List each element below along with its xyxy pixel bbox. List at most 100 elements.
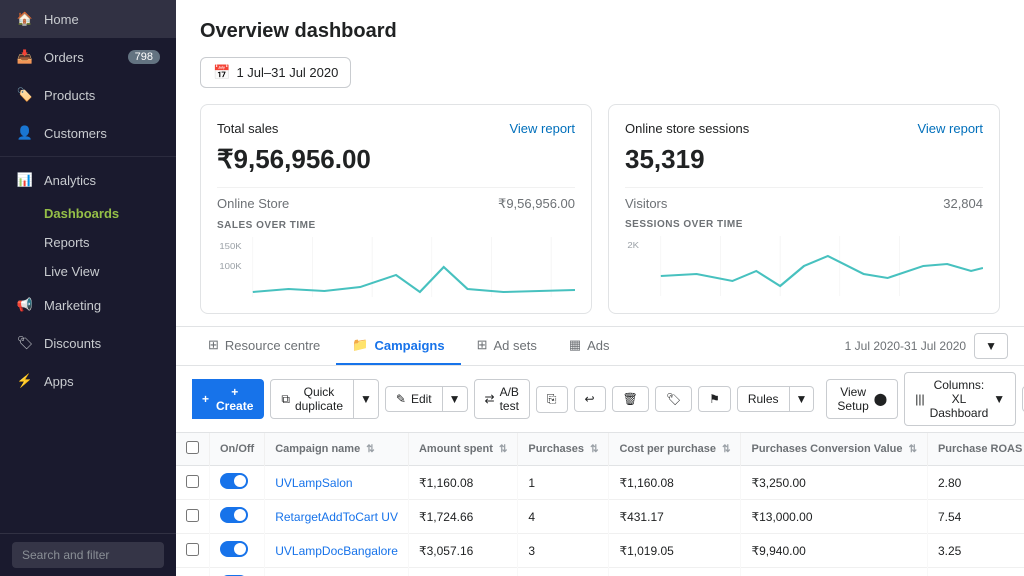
edit-dropdown[interactable]: ▼ [443,386,468,412]
flag-button[interactable]: ⚑ [698,386,731,412]
date-range-dropdown[interactable]: ▼ [974,333,1008,359]
copy-button[interactable]: ⎘ [536,386,568,413]
sidebar-item-live-view[interactable]: Live View [0,257,176,286]
rules-button[interactable]: Rules [737,386,790,412]
campaign-name-link[interactable]: UVLampSalon [275,476,352,490]
row-checkbox-cell[interactable] [176,534,210,568]
quick-duplicate-button[interactable]: ⧉ Quick duplicate [270,379,354,419]
analytics-submenu: Dashboards Reports Live View [0,199,176,286]
ad-date-range: 1 Jul 2020-31 Jul 2020 [845,339,966,353]
sidebar-item-analytics[interactable]: 📊 Analytics [0,161,176,199]
date-range-button[interactable]: 📅 1 Jul–31 Jul 2020 [200,57,351,88]
sort-icon: ⇅ [366,444,374,455]
toggle-cell[interactable] [210,568,265,576]
sidebar-item-label: Analytics [44,173,160,188]
campaign-toggle[interactable] [220,507,248,523]
rules-dropdown[interactable]: ▼ [790,386,815,412]
quick-duplicate-dropdown[interactable]: ▼ [354,379,379,419]
tab-resource-centre[interactable]: ⊞ Resource centre [192,327,336,365]
roas-cell: 2.80 [927,466,1024,500]
purchases-cell: 21 [518,568,609,576]
table-row: UVLampDocBangalore ₹3,057.16 3 ₹1,019.05… [176,534,1024,568]
roas-cell: 7.54 [927,500,1024,534]
tab-ads[interactable]: ▦ Ads [553,327,626,365]
svg-text:150K: 150K [219,242,241,251]
toggle-cell[interactable] [210,466,265,500]
sidebar-item-label: Products [44,88,160,103]
conv-value-cell: ₹3,250.00 [741,466,927,500]
undo-button[interactable]: ↩ [574,386,606,412]
rules-group: Rules ▼ [737,386,815,412]
tag-button[interactable]: 🏷 [655,386,692,412]
edit-group: ✎ Edit ▼ [385,386,468,412]
main-content: Overview dashboard 📅 1 Jul–31 Jul 2020 T… [176,0,1024,576]
columns-button[interactable]: ||| Columns: XL Dashboard ▼ [904,372,1016,426]
campaign-toggle[interactable] [220,473,248,489]
row-checkbox-cell[interactable] [176,466,210,500]
date-range-label: 1 Jul–31 Jul 2020 [236,65,338,80]
campaign-name-link[interactable]: RetargetAddToCart UV [275,510,398,524]
sub-value: ₹9,56,956.00 [498,196,575,212]
delete-button[interactable]: 🗑 [612,386,649,412]
select-all-checkbox[interactable] [186,441,199,454]
sidebar-item-marketing[interactable]: 📢 Marketing [0,286,176,324]
campaign-toggle[interactable] [220,541,248,557]
sidebar-item-apps[interactable]: ⚡ Apps [0,362,176,400]
cost-per-purchase-cell: ₹1,160.08 [609,466,741,500]
col-amount-spent[interactable]: Amount spent ⇅ [408,433,517,466]
sidebar: 🏠 Home 📥 Orders 798 🏷️ Products 👤 Custom… [0,0,176,576]
orders-icon: 📥 [16,48,34,66]
row-checkbox-cell[interactable] [176,500,210,534]
orders-badge: 798 [128,50,160,64]
ab-test-button[interactable]: ⇄ A/B test [474,379,530,419]
col-cost-per-purchase[interactable]: Cost per purchase ⇅ [609,433,741,466]
row-checkbox-cell[interactable] [176,568,210,576]
total-sales-card: Total sales View report ₹9,56,956.00 Onl… [200,104,592,314]
col-conv-value[interactable]: Purchases Conversion Value ⇅ [741,433,927,466]
view-report-link[interactable]: View report [509,121,575,136]
customers-icon: 👤 [16,124,34,142]
sales-chart: 150K 100K [217,237,575,297]
toggle-cell[interactable] [210,500,265,534]
plus-icon: + [202,392,209,406]
card-sub: Online Store ₹9,56,956.00 [217,187,575,220]
conv-value-cell: ₹13,000.00 [741,500,927,534]
campaign-name-link[interactable]: UVLampDocBangalore [275,544,398,558]
sidebar-item-products[interactable]: 🏷️ Products [0,76,176,114]
card-header: Online store sessions View report [625,121,983,136]
row-checkbox[interactable] [186,475,199,488]
cost-per-purchase-cell: ₹1,019.05 [609,534,741,568]
sidebar-search[interactable] [0,533,176,576]
create-button[interactable]: + + Create [192,379,264,419]
sidebar-item-dashboards[interactable]: Dashboards [0,199,176,228]
sidebar-item-orders[interactable]: 📥 Orders 798 [0,38,176,76]
toggle-cell[interactable] [210,534,265,568]
campaigns-tbody: UVLampSalon ₹1,160.08 1 ₹1,160.08 ₹3,250… [176,466,1024,576]
tab-campaigns[interactable]: 📁 Campaigns [336,327,460,365]
campaigns-table-container[interactable]: On/Off Campaign name ⇅ Amount spent ⇅ Pu… [176,433,1024,576]
col-checkbox[interactable] [176,433,210,466]
sub-value: 32,804 [943,196,983,211]
quick-duplicate-group: ⧉ Quick duplicate ▼ [270,379,379,419]
tab-ad-sets[interactable]: ⊞ Ad sets [461,327,553,365]
create-button-group: + + Create [192,379,264,419]
sidebar-item-customers[interactable]: 👤 Customers [0,114,176,152]
sidebar-item-reports[interactable]: Reports [0,228,176,257]
view-setup-button[interactable]: View Setup ⬤ [826,379,898,419]
view-report-link[interactable]: View report [917,121,983,136]
search-input[interactable] [12,542,164,568]
row-checkbox[interactable] [186,509,199,522]
edit-button[interactable]: ✎ Edit [385,386,443,412]
col-purchases[interactable]: Purchases ⇅ [518,433,609,466]
amount-spent-cell: ₹1,160.08 [408,466,517,500]
campaign-name-cell: UVLampSalon [265,466,409,500]
col-roas[interactable]: Purchase ROAS (return on ad spend) ⇅ [927,433,1024,466]
sidebar-item-home[interactable]: 🏠 Home [0,0,176,38]
roas-cell: 3.25 [927,534,1024,568]
col-campaign-name[interactable]: Campaign name ⇅ [265,433,409,466]
total-sales-value: ₹9,56,956.00 [217,144,575,175]
conv-value-cell: ₹91,000.00 [741,568,927,576]
row-checkbox[interactable] [186,543,199,556]
dashboard-section: Overview dashboard 📅 1 Jul–31 Jul 2020 T… [176,0,1024,327]
sidebar-item-discounts[interactable]: 🏷 Discounts [0,324,176,362]
